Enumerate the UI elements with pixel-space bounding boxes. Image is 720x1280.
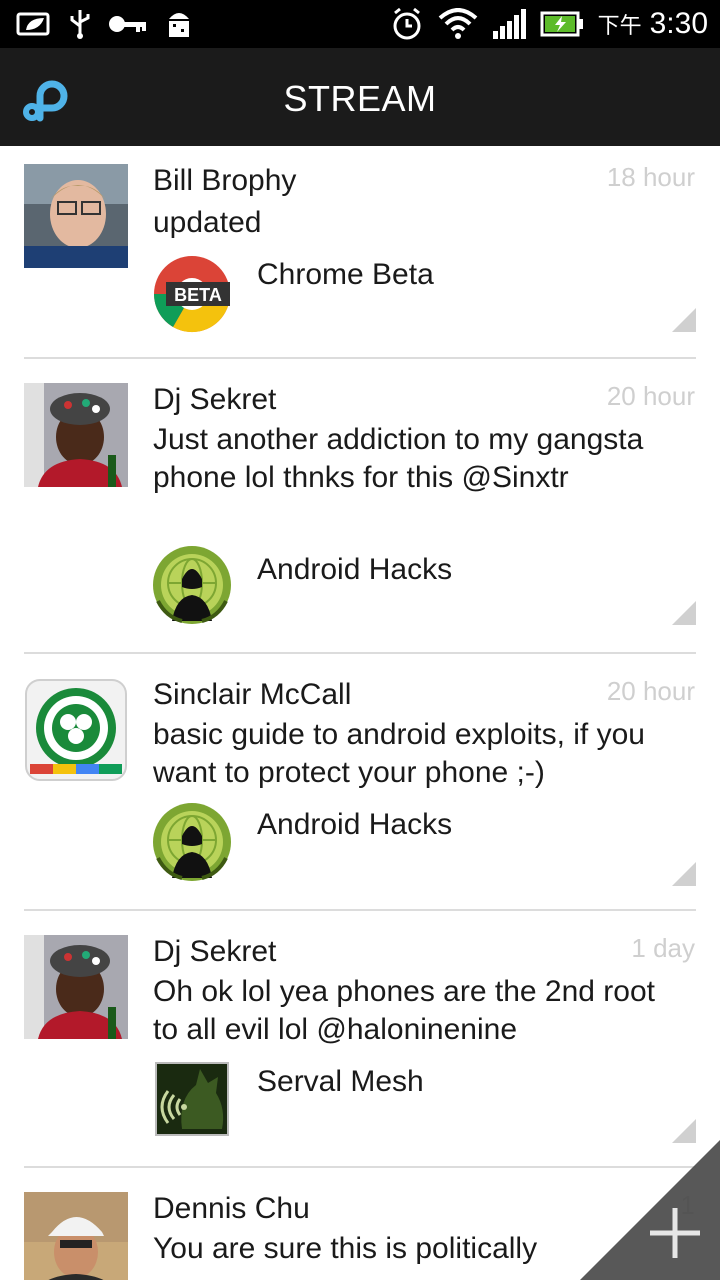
author-name[interactable]: Dennis Chu — [153, 1192, 310, 1226]
android-hacks-icon[interactable] — [152, 802, 232, 882]
notification-icons — [16, 6, 194, 42]
stream-item[interactable]: Bill Brophy 18 hour updated BETA Chrome … — [0, 146, 720, 358]
author-name[interactable]: Sinclair McCall — [153, 678, 351, 712]
app-name[interactable]: Android Hacks — [257, 553, 452, 587]
avatar[interactable] — [24, 935, 128, 1039]
status-bar: 下午 3:30 — [0, 0, 720, 48]
app-bar: STREAM — [0, 48, 720, 146]
app-name[interactable]: Chrome Beta — [257, 258, 434, 292]
timestamp: 20 hour — [606, 676, 695, 706]
chrome-beta-icon[interactable]: BETA — [152, 254, 232, 334]
message-text: basic guide to android exploits, if you … — [153, 718, 645, 789]
android-hacks-icon[interactable] — [152, 545, 232, 625]
time-period: 下午 — [597, 13, 642, 38]
app-name[interactable]: Android Hacks — [257, 808, 452, 842]
expand-corner-icon[interactable] — [672, 862, 696, 886]
message-text: Just another addiction to my gangsta pho… — [153, 423, 644, 494]
usb-icon — [70, 10, 90, 39]
add-post-button[interactable] — [580, 1140, 720, 1280]
leaf-notification-icon — [16, 12, 50, 36]
battery-charging-icon — [540, 11, 583, 37]
avatar[interactable] — [24, 1192, 128, 1280]
expand-corner-icon[interactable] — [672, 601, 696, 625]
signal-icon — [492, 9, 526, 39]
timestamp: 1 day — [631, 933, 695, 963]
key-icon — [109, 16, 146, 32]
stream-item[interactable]: Sinclair McCall 20 hour basic guide to a… — [0, 654, 720, 909]
system-icons: 下午 3:30 — [390, 4, 708, 44]
message-text: updated — [153, 206, 262, 239]
author-name[interactable]: Dj Sekret — [153, 383, 276, 417]
timestamp: 20 hour — [606, 381, 695, 411]
timestamp: 18 hour — [606, 162, 695, 192]
stream-item[interactable]: Dj Sekret 20 hour Just another addiction… — [0, 359, 720, 653]
author-name[interactable]: Dj Sekret — [153, 935, 276, 969]
avatar[interactable] — [24, 164, 128, 268]
expand-corner-icon[interactable] — [672, 308, 696, 332]
app-name[interactable]: Serval Mesh — [257, 1065, 424, 1099]
message-text: Oh ok lol yea phones are the 2nd root to… — [153, 975, 656, 1046]
avatar[interactable] — [24, 383, 128, 487]
beta-label: BETA — [174, 285, 222, 305]
author-name[interactable]: Bill Brophy — [153, 164, 296, 198]
wifi-icon — [438, 8, 477, 39]
serval-mesh-icon[interactable] — [152, 1059, 232, 1139]
clock: 3:30 — [649, 7, 708, 40]
stream-list[interactable]: Bill Brophy 18 hour updated BETA Chrome … — [0, 146, 720, 1280]
alarm-icon — [393, 7, 421, 40]
page-title: STREAM — [283, 78, 437, 119]
avatar[interactable] — [24, 678, 128, 782]
stream-item[interactable]: Dj Sekret 1 day Oh ok lol yea phones are… — [0, 911, 720, 1166]
android-debug-icon — [169, 13, 189, 37]
